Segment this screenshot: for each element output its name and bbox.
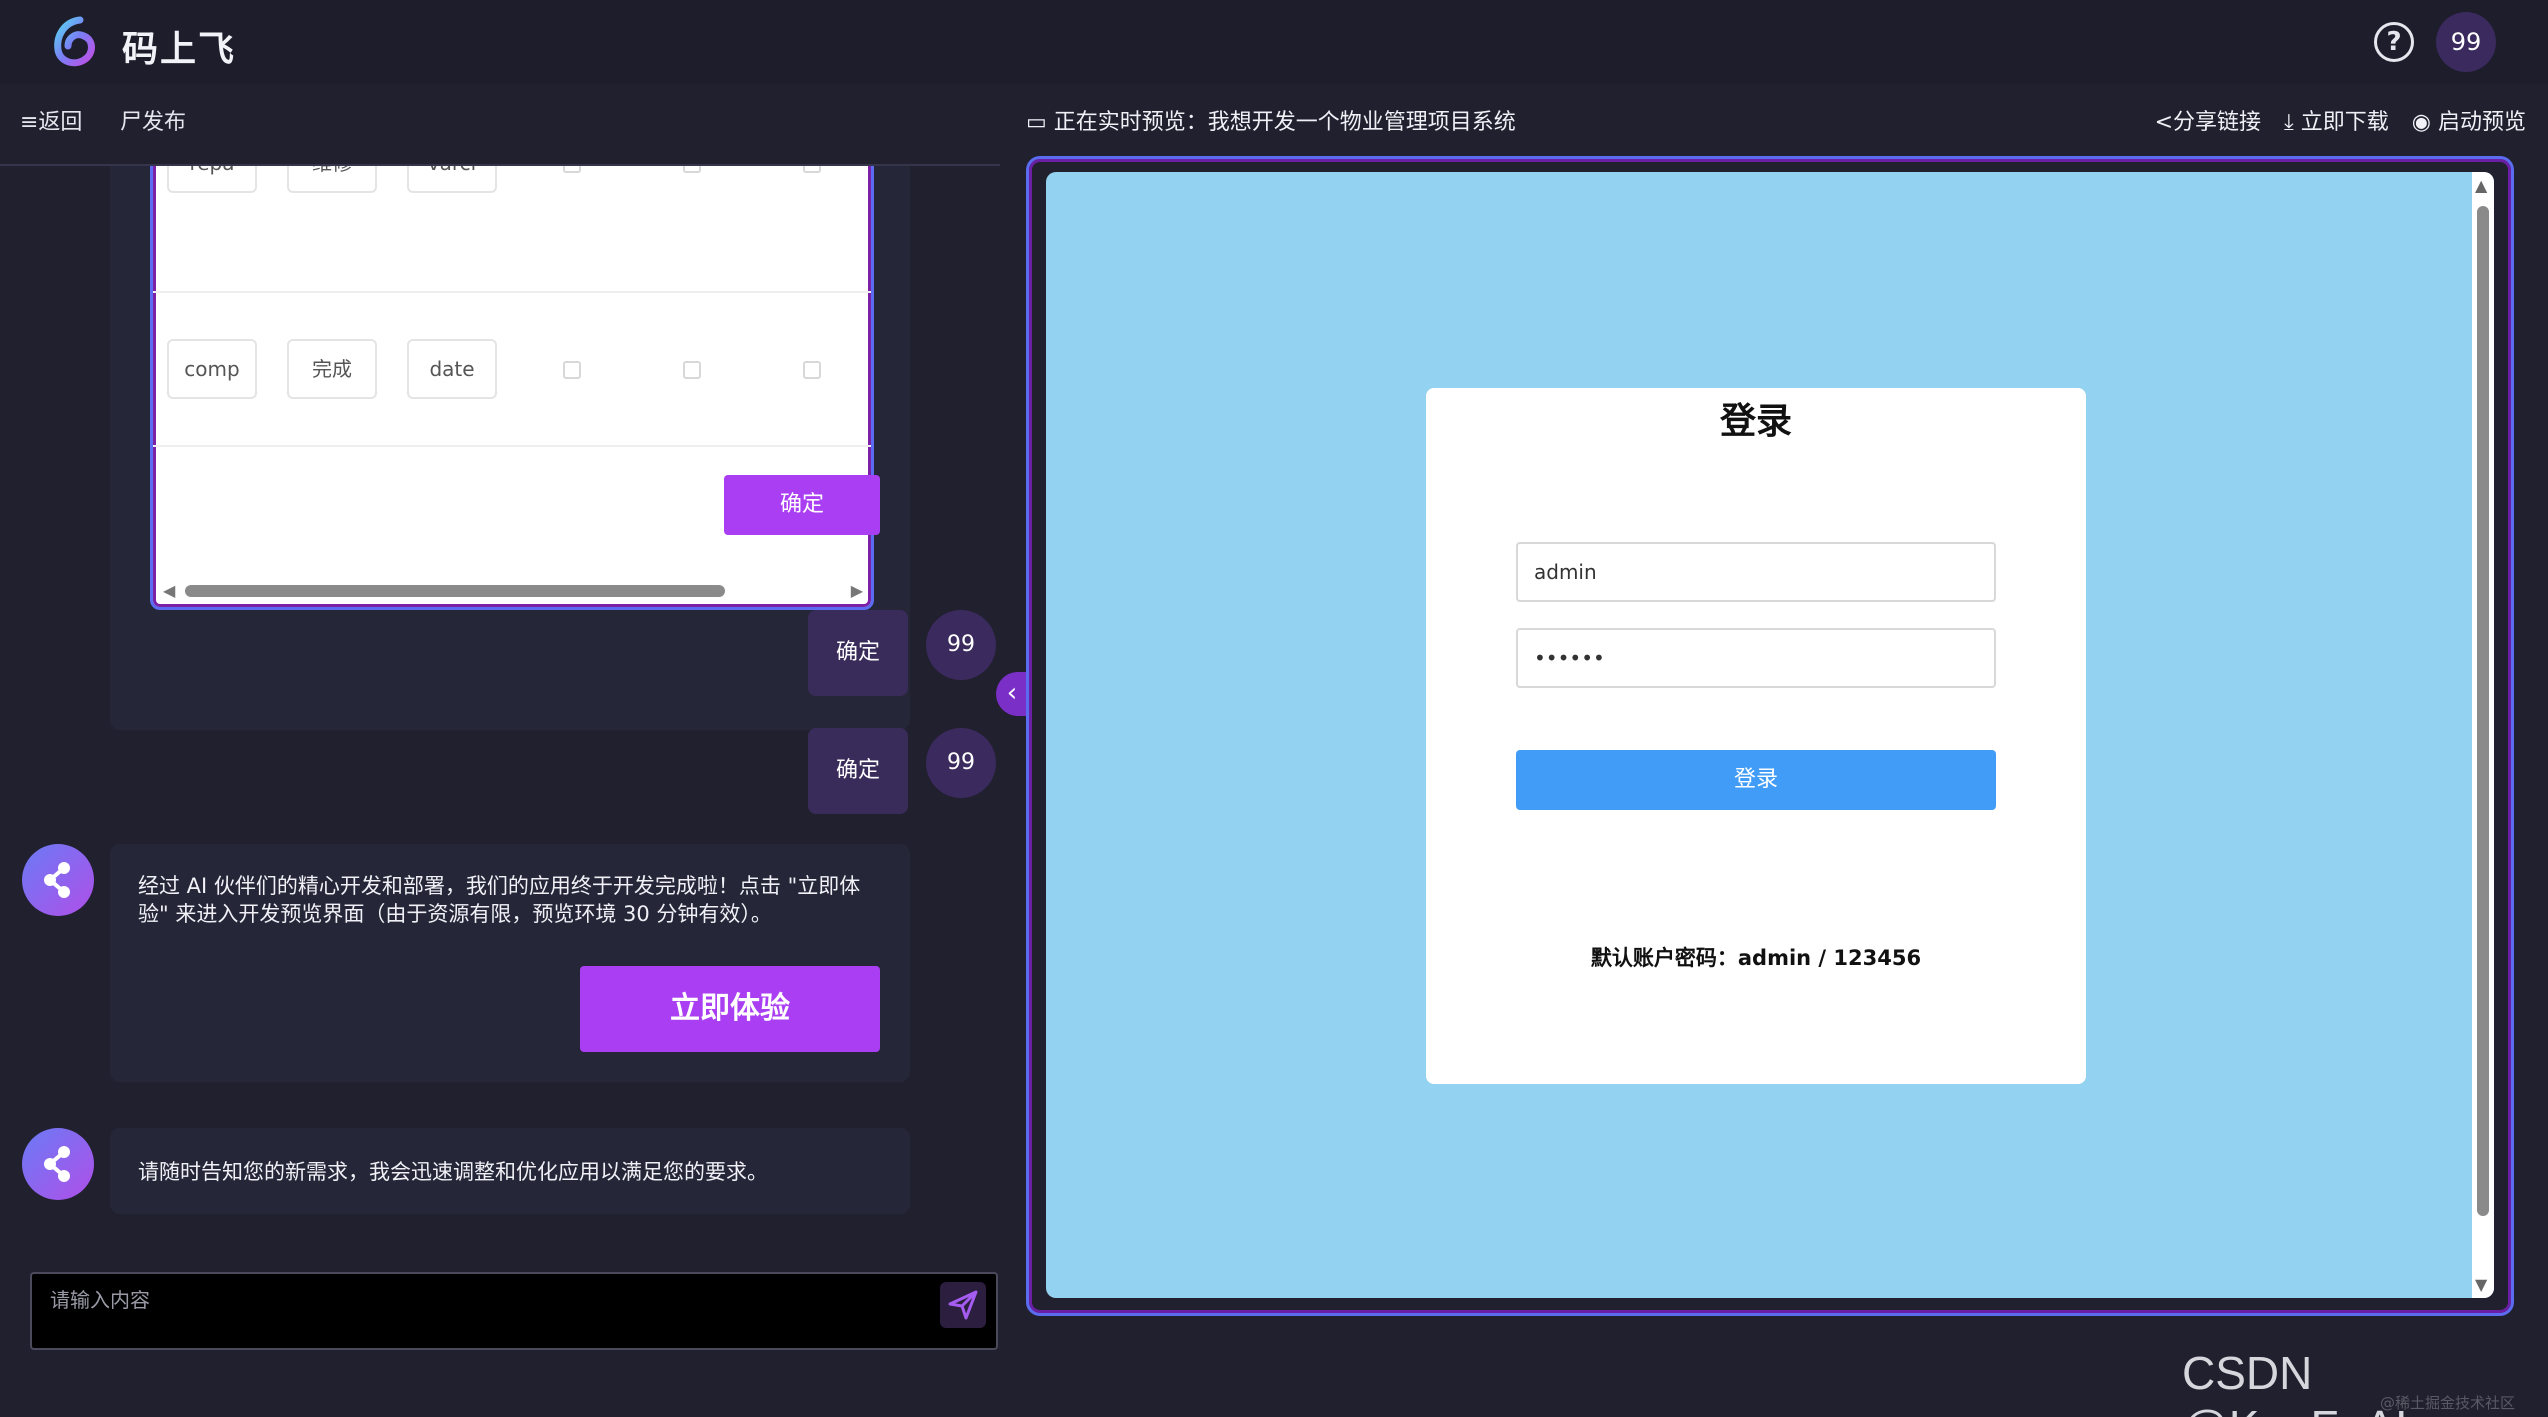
chat-input-box	[30, 1272, 998, 1350]
login-card: 登录 登录 默认账户密码：admin / 123456	[1426, 388, 2086, 1084]
scroll-up-icon[interactable]: ▲	[2475, 176, 2487, 195]
user-avatar[interactable]: 99	[2436, 12, 2496, 72]
watermark-small: @稀土掘金技术社区	[2380, 1394, 2516, 1412]
top-bar: 码上飞 ? 99	[0, 0, 2548, 84]
monitor-icon: ▭	[1026, 110, 1054, 135]
table-checkbox[interactable]	[803, 361, 821, 379]
table-checkbox[interactable]	[563, 361, 581, 379]
field-type-input[interactable]: date	[407, 339, 497, 399]
password-field[interactable]	[1516, 628, 1996, 688]
preview-vertical-scrollbar[interactable]: ▲ ▼	[2472, 172, 2494, 1298]
preview-screen: 登录 登录 默认账户密码：admin / 123456 ▲ ▼	[1046, 172, 2494, 1298]
chat-toolbar: ≡返回 尸发布	[0, 84, 1000, 166]
play-circle-icon: ◉	[2411, 110, 2438, 135]
chat-input[interactable]	[50, 1284, 910, 1340]
back-button[interactable]: ≡返回	[20, 104, 82, 136]
share-link-button[interactable]: <分享链接	[2155, 110, 2261, 135]
launch-preview-button[interactable]: ◉ 启动预览	[2412, 110, 2526, 135]
scroll-down-icon[interactable]: ▼	[2475, 1275, 2487, 1294]
share-nodes-icon	[44, 1146, 70, 1182]
table-checkbox[interactable]	[683, 166, 701, 173]
user-message: 确定	[808, 610, 908, 696]
table-checkbox[interactable]	[563, 166, 581, 173]
share-icon: <	[2154, 110, 2174, 135]
help-icon[interactable]: ?	[2374, 22, 2414, 62]
table-horizontal-scrollbar[interactable]: ◀ ▶	[157, 579, 869, 603]
login-button[interactable]: 登录	[1516, 750, 1996, 810]
send-button[interactable]	[940, 1282, 986, 1328]
table-checkbox[interactable]	[683, 361, 701, 379]
login-title: 登录	[1719, 401, 1792, 442]
download-button[interactable]: ⤓ 立即下载	[2284, 110, 2389, 135]
default-account-hint: 默认账户密码：admin / 123456	[1590, 946, 1922, 970]
scroll-left-icon[interactable]: ◀	[163, 581, 175, 600]
table-row: comp 完成 date	[153, 293, 871, 447]
app-logo-icon	[54, 16, 95, 67]
field-type-input[interactable]: varcl	[407, 166, 497, 193]
table-confirm-button[interactable]: 确定	[724, 475, 880, 535]
send-icon	[948, 1290, 978, 1320]
scrollbar-thumb[interactable]	[2477, 206, 2489, 1216]
try-now-button[interactable]: 立即体验	[580, 966, 880, 1052]
user-message: 确定	[808, 728, 908, 814]
field-name-input[interactable]: comp	[167, 339, 257, 399]
collapse-panel-icon[interactable]: ‹	[996, 672, 1028, 716]
download-icon: ⤓	[2284, 110, 2301, 135]
username-field[interactable]	[1516, 542, 1996, 602]
user-message-avatar: 99	[926, 728, 996, 798]
preview-header: ▭ 正在实时预览：我想开发一个物业管理项目系统 <分享链接 ⤓ 立即下载 ◉ 启…	[1010, 84, 2548, 166]
scroll-right-icon[interactable]: ▶	[851, 581, 863, 600]
field-name-input[interactable]: repa	[167, 166, 257, 193]
bot-message-text: 请随时告知您的新需求，我会迅速调整和优化应用以满足您的要求。	[138, 1160, 768, 1184]
app-title: 码上飞	[122, 29, 237, 70]
field-label-input[interactable]: 完成	[287, 339, 377, 399]
bot-message-text: 经过 AI 伙伴们的精心开发和部署，我们的应用终于开发完成啦！点击 "立即体验"…	[138, 874, 861, 926]
preview-actions: <分享链接 ⤓ 立即下载 ◉ 启动预览	[2139, 104, 2526, 136]
share-nodes-icon	[44, 862, 70, 898]
bot-avatar-icon	[22, 844, 94, 916]
preview-title: ▭ 正在实时预览：我想开发一个物业管理项目系统	[1026, 110, 1516, 135]
table-checkbox[interactable]	[803, 166, 821, 173]
table-row: repa 维修 varcl	[153, 166, 871, 293]
user-message-avatar: 99	[926, 610, 996, 680]
field-label-input[interactable]: 维修	[287, 166, 377, 193]
scrollbar-thumb[interactable]	[185, 585, 725, 597]
publish-button[interactable]: 尸发布	[120, 104, 186, 136]
chat-panel: repa 维修 varcl comp 完成 date ◀ ▶ 确定 确定 99 …	[0, 166, 1000, 1266]
field-table: repa 维修 varcl comp 完成 date ◀ ▶	[150, 166, 874, 610]
bot-avatar-icon	[22, 1128, 94, 1200]
